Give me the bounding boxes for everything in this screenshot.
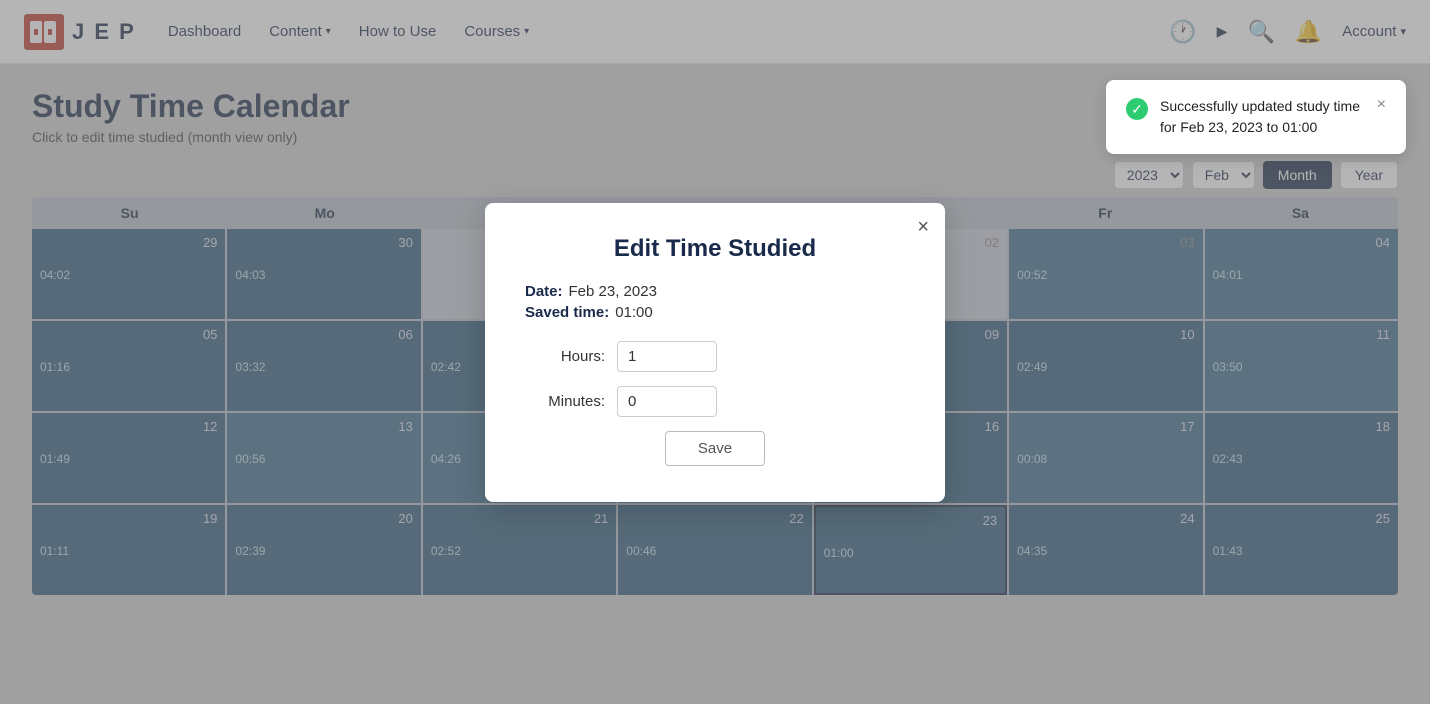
modal-title: Edit Time Studied bbox=[525, 235, 905, 263]
edit-time-modal: × Edit Time Studied Date: Feb 23, 2023 S… bbox=[485, 203, 945, 502]
modal-hours-field: Hours: bbox=[525, 341, 905, 372]
toast-notification: ✓ Successfully updated study time for Fe… bbox=[1106, 80, 1406, 154]
modal-date-row: Date: Feb 23, 2023 bbox=[525, 283, 905, 300]
modal-minutes-input[interactable] bbox=[617, 386, 717, 417]
modal-save-row: Save bbox=[525, 431, 905, 466]
modal-saved-label: Saved time: bbox=[525, 304, 609, 321]
modal-save-button[interactable]: Save bbox=[665, 431, 765, 466]
modal-info: Date: Feb 23, 2023 Saved time: 01:00 bbox=[525, 283, 905, 321]
modal-date-value: Feb 23, 2023 bbox=[569, 283, 657, 300]
toast-success-icon: ✓ bbox=[1126, 98, 1148, 120]
modal-saved-value: 01:00 bbox=[615, 304, 653, 321]
modal-minutes-label: Minutes: bbox=[525, 393, 605, 410]
modal-hours-input[interactable] bbox=[617, 341, 717, 372]
modal-close-button[interactable]: × bbox=[917, 217, 929, 237]
modal-minutes-field: Minutes: bbox=[525, 386, 905, 417]
modal-date-label: Date: bbox=[525, 283, 563, 300]
toast-text: Successfully updated study time for Feb … bbox=[1160, 96, 1360, 138]
toast-close-button[interactable]: × bbox=[1377, 96, 1386, 114]
modal-saved-row: Saved time: 01:00 bbox=[525, 304, 905, 321]
modal-hours-label: Hours: bbox=[525, 348, 605, 365]
